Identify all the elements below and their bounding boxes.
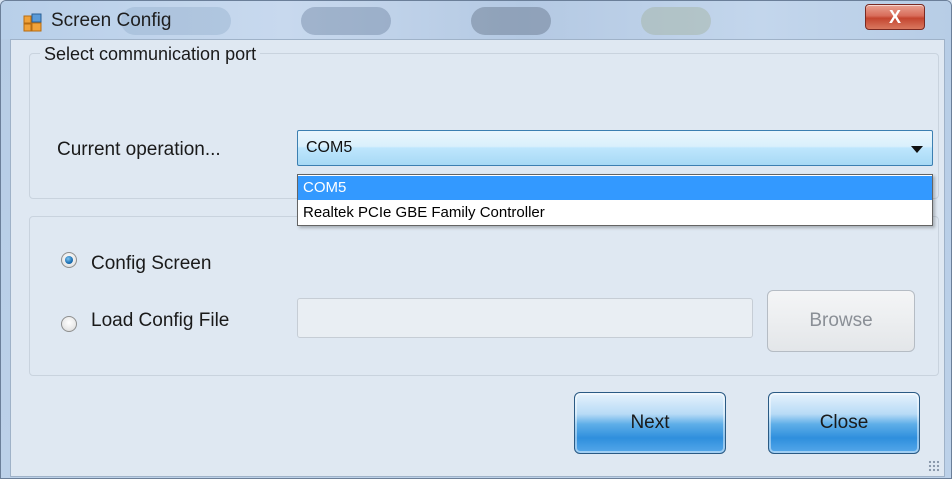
window-close-button[interactable]: X [865, 4, 925, 30]
screen-config-window: Screen Config X Select communication por… [0, 0, 952, 479]
next-button-label: Next [630, 412, 670, 433]
close-button[interactable]: Close [768, 392, 920, 454]
port-dropdown-list: COM5 Realtek PCIe GBE Family Controller [297, 174, 933, 226]
browse-button[interactable]: Browse [767, 290, 915, 352]
dialog-client-area: Select communication port Current operat… [10, 39, 945, 477]
title-decoration [471, 7, 551, 35]
config-screen-radio[interactable] [61, 252, 77, 268]
port-combobox-value: COM5 [306, 139, 353, 156]
port-group-legend: Select communication port [40, 44, 261, 65]
next-button[interactable]: Next [574, 392, 726, 454]
title-bar[interactable]: Screen Config X [1, 1, 951, 39]
port-option-com5[interactable]: COM5 [298, 176, 932, 200]
browse-button-label: Browse [809, 310, 873, 331]
window-title: Screen Config [51, 10, 172, 31]
port-combobox[interactable]: COM5 [297, 130, 933, 166]
chevron-down-icon[interactable] [911, 146, 923, 153]
load-config-file-label[interactable]: Load Config File [91, 310, 229, 332]
app-window-icon [23, 13, 42, 32]
config-file-path-input[interactable] [297, 298, 753, 338]
load-config-file-radio[interactable] [61, 316, 77, 332]
port-option-realtek[interactable]: Realtek PCIe GBE Family Controller [298, 201, 932, 225]
close-icon: X [888, 6, 901, 27]
close-button-label: Close [819, 412, 869, 433]
title-decoration [301, 7, 391, 35]
current-operation-label: Current operation... [57, 139, 221, 160]
resize-grip[interactable] [928, 460, 940, 472]
config-screen-label[interactable]: Config Screen [91, 253, 211, 275]
title-decoration [641, 7, 711, 35]
